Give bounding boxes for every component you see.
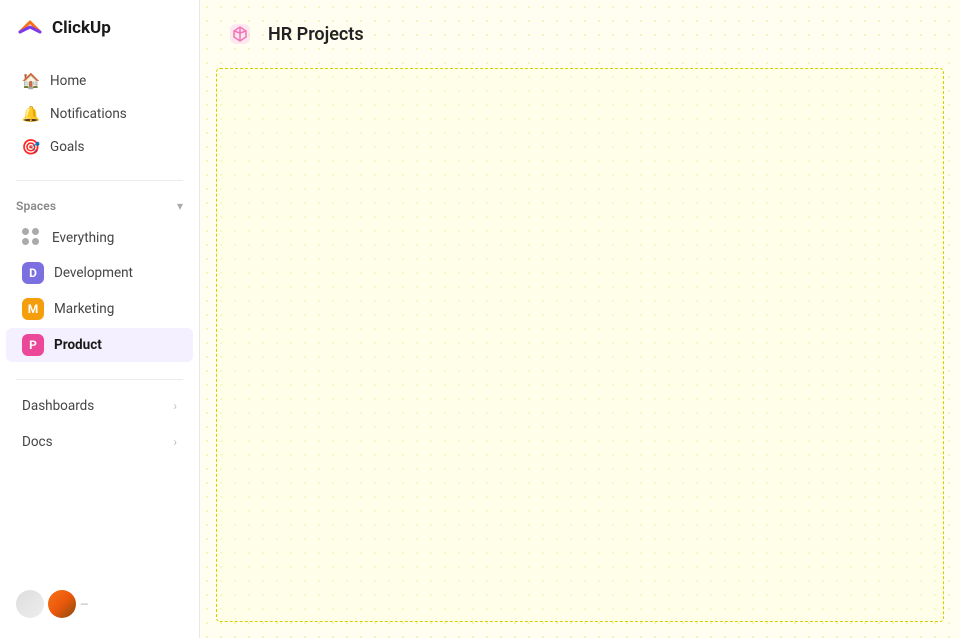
logo-area[interactable]: ClickUp bbox=[0, 0, 199, 56]
product-label: Product bbox=[54, 337, 102, 353]
marketing-label: Marketing bbox=[54, 301, 114, 317]
everything-dots-icon bbox=[22, 228, 42, 248]
hr-projects-icon bbox=[224, 18, 256, 50]
sidebar: ClickUp 🏠 Home 🔔 Notifications 🎯 Goals S… bbox=[0, 0, 200, 638]
user-avatar[interactable] bbox=[48, 590, 76, 618]
page-header: HR Projects bbox=[200, 0, 960, 64]
bell-icon: 🔔 bbox=[22, 105, 40, 123]
sidebar-item-notifications-label: Notifications bbox=[50, 106, 127, 122]
development-badge: D bbox=[22, 262, 44, 284]
content-area bbox=[216, 68, 944, 622]
nav-section: 🏠 Home 🔔 Notifications 🎯 Goals bbox=[0, 56, 199, 172]
sidebar-item-product[interactable]: P Product bbox=[6, 328, 193, 362]
divider-2 bbox=[16, 379, 183, 380]
marketing-badge: M bbox=[22, 298, 44, 320]
sidebar-item-development[interactable]: D Development bbox=[6, 256, 193, 290]
sidebar-item-docs[interactable]: Docs › bbox=[6, 425, 193, 459]
spaces-header[interactable]: Spaces ▾ bbox=[0, 191, 199, 219]
home-icon: 🏠 bbox=[22, 72, 40, 90]
page-title: HR Projects bbox=[268, 24, 364, 45]
avatar-placeholder bbox=[16, 590, 44, 618]
spaces-label: Spaces bbox=[16, 199, 56, 213]
avatar-indicator: — bbox=[80, 598, 89, 611]
development-label: Development bbox=[54, 265, 133, 281]
sidebar-item-marketing[interactable]: M Marketing bbox=[6, 292, 193, 326]
clickup-logo-icon bbox=[16, 14, 44, 42]
sidebar-item-goals[interactable]: 🎯 Goals bbox=[6, 131, 193, 163]
sidebar-bottom: — bbox=[0, 580, 199, 628]
docs-label: Docs bbox=[22, 434, 53, 450]
docs-chevron-icon: › bbox=[173, 435, 177, 449]
sidebar-item-everything[interactable]: Everything bbox=[6, 222, 193, 254]
app-name: ClickUp bbox=[52, 18, 111, 38]
divider-1 bbox=[16, 180, 183, 181]
main-content: HR Projects bbox=[200, 0, 960, 638]
sidebar-item-home-label: Home bbox=[50, 73, 86, 89]
goals-icon: 🎯 bbox=[22, 138, 40, 156]
dashboards-label: Dashboards bbox=[22, 398, 94, 414]
everything-label: Everything bbox=[52, 230, 114, 246]
avatar-group[interactable]: — bbox=[16, 590, 89, 618]
sidebar-item-goals-label: Goals bbox=[50, 139, 85, 155]
sidebar-item-home[interactable]: 🏠 Home bbox=[6, 65, 193, 97]
product-badge: P bbox=[22, 334, 44, 356]
sidebar-item-dashboards[interactable]: Dashboards › bbox=[6, 389, 193, 423]
sidebar-item-notifications[interactable]: 🔔 Notifications bbox=[6, 98, 193, 130]
dashboards-chevron-icon: › bbox=[173, 399, 177, 413]
spaces-chevron[interactable]: ▾ bbox=[177, 199, 183, 213]
